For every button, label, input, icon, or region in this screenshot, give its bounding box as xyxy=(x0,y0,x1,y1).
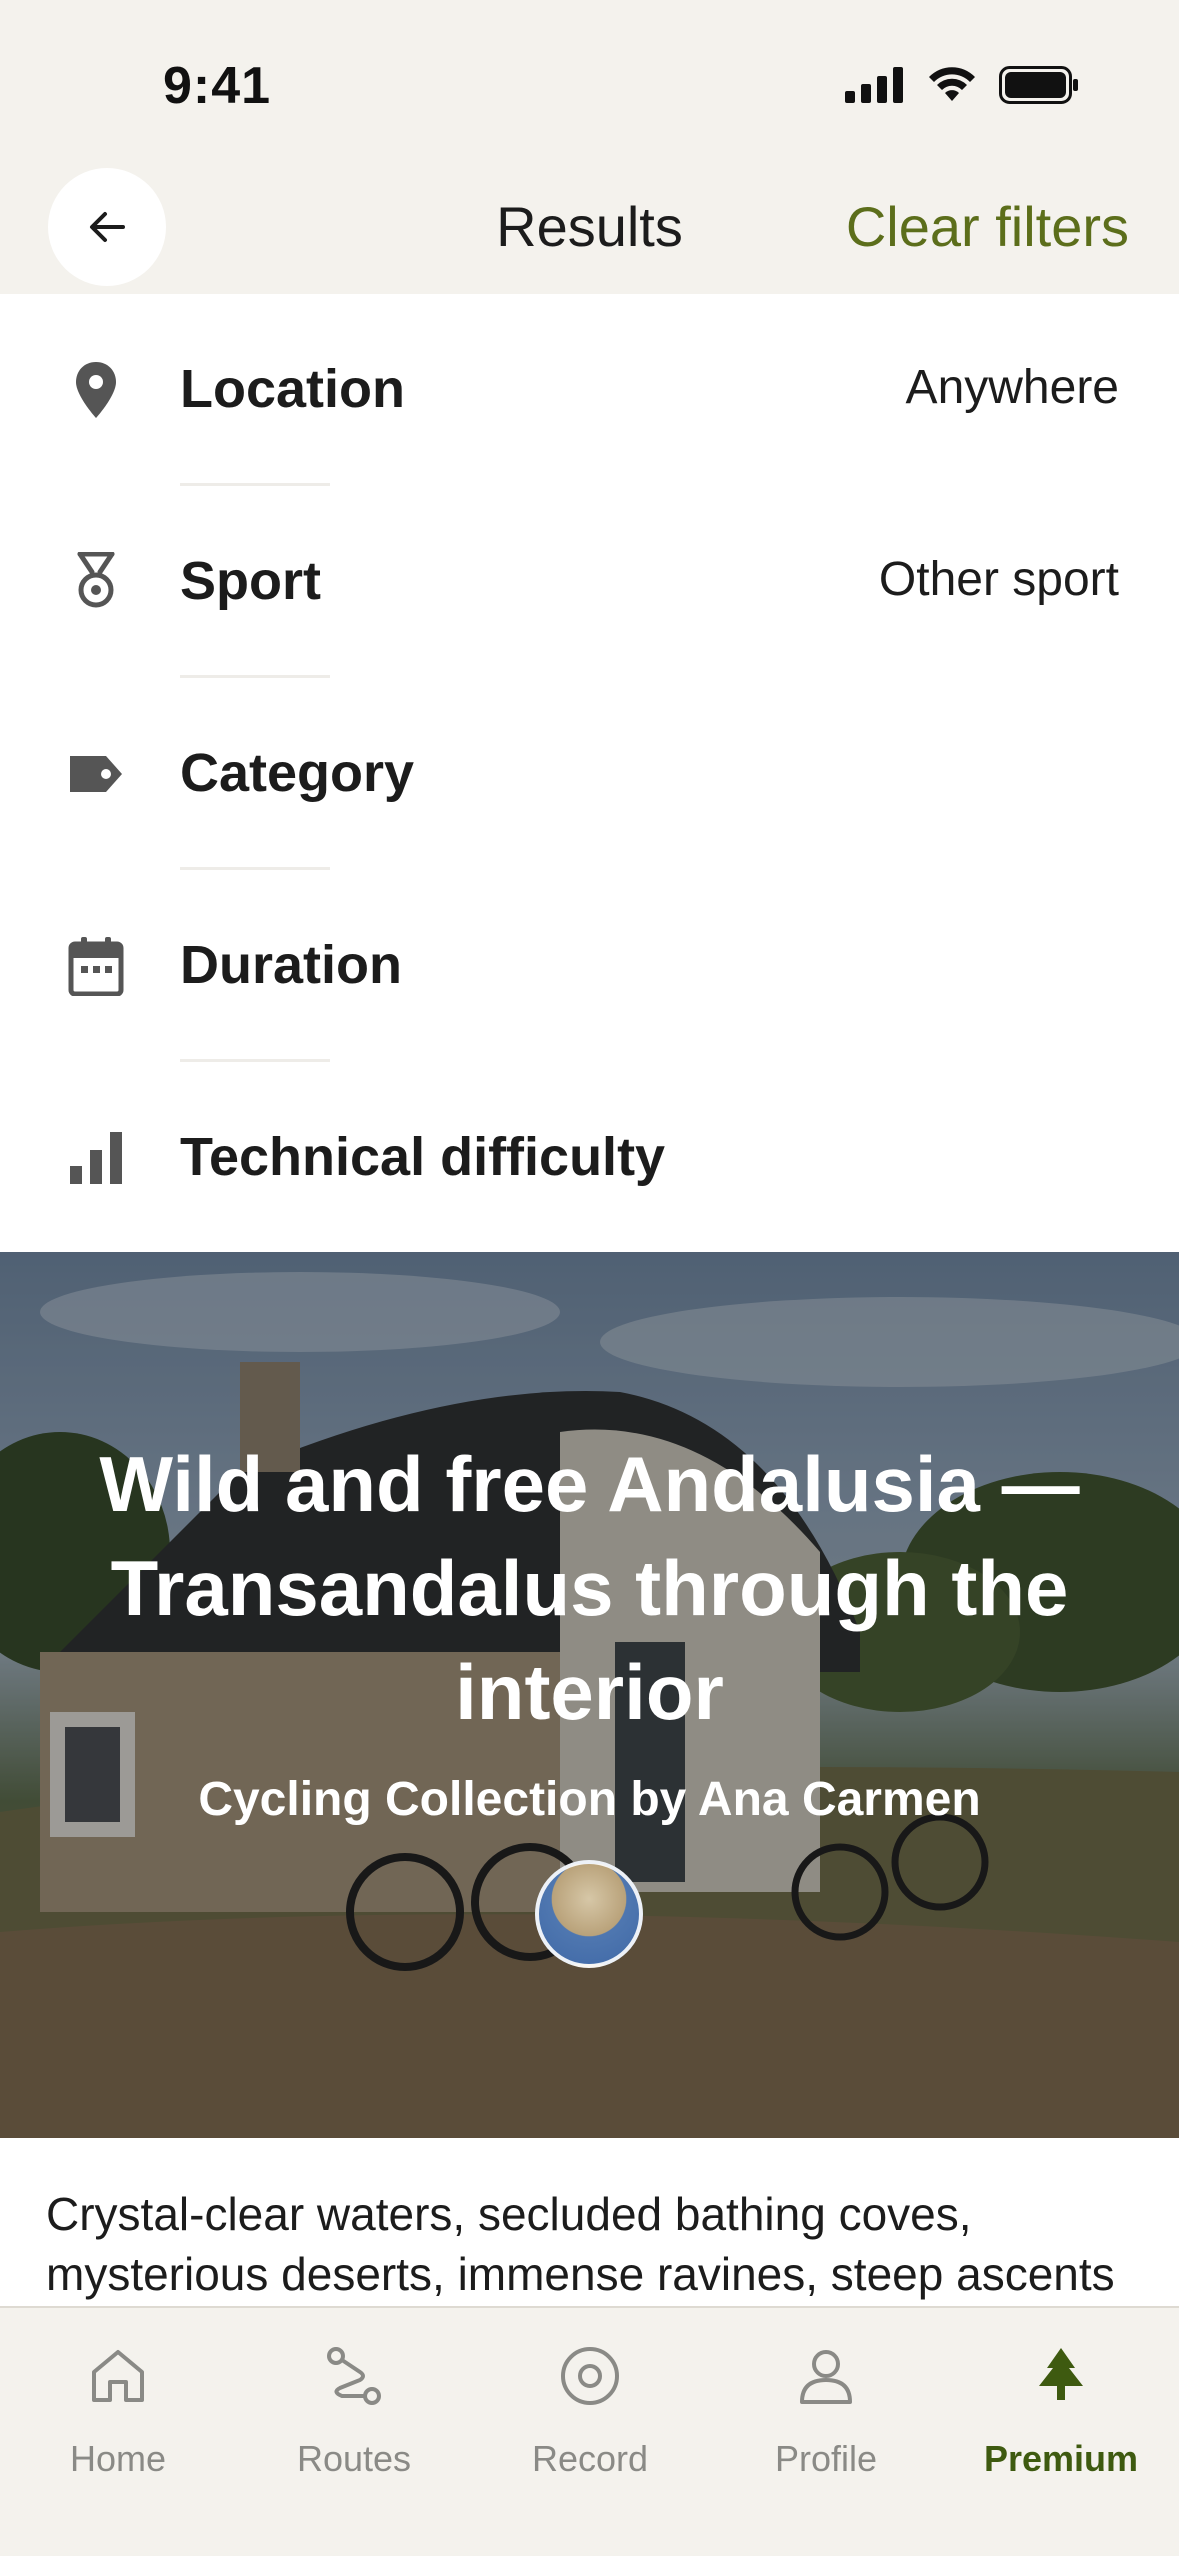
tab-bar: Home Routes Record Profile Premium xyxy=(0,2306,1179,2556)
location-pin-icon xyxy=(60,354,132,426)
filter-label: Category xyxy=(180,743,415,803)
filter-sport[interactable]: Sport Other sport xyxy=(0,486,1179,678)
tab-label: Premium xyxy=(983,2438,1139,2479)
tab-label: Home xyxy=(69,2438,167,2479)
description-text: Crystal-clear waters, secluded bathing c… xyxy=(46,2188,1115,2300)
home-icon xyxy=(0,2336,236,2416)
wifi-icon xyxy=(929,67,975,101)
record-icon xyxy=(472,2336,708,2416)
collection-title: Wild and free Andalusia — Transandalus t… xyxy=(99,1440,1080,1736)
filter-label: Location xyxy=(180,359,405,419)
filter-location[interactable]: Location Anywhere xyxy=(0,294,1179,486)
filter-list: Location Anywhere Sport Other sport Cate… xyxy=(0,294,1179,1252)
routes-icon xyxy=(236,2336,472,2416)
status-time: 9:41 xyxy=(163,57,272,115)
difficulty-bars-icon xyxy=(60,1122,132,1194)
calendar-icon xyxy=(60,930,132,1002)
filter-value: Other sport xyxy=(878,553,1119,606)
tab-premium[interactable]: Premium xyxy=(943,2322,1179,2502)
filter-duration[interactable]: Duration xyxy=(0,870,1179,1062)
filter-category[interactable]: Category xyxy=(0,678,1179,870)
medal-icon xyxy=(60,546,132,618)
status-icons xyxy=(845,66,1079,104)
tab-profile[interactable]: Profile xyxy=(708,2322,944,2502)
cellular-signal-icon xyxy=(845,67,903,103)
status-bar: 9:41 xyxy=(0,0,1179,160)
tab-home[interactable]: Home xyxy=(0,2322,236,2502)
profile-icon xyxy=(708,2336,944,2416)
tab-label: Record xyxy=(531,2438,649,2479)
clear-filters-button[interactable]: Clear filters xyxy=(846,194,1129,259)
tag-icon xyxy=(60,738,132,810)
tab-routes[interactable]: Routes xyxy=(236,2322,472,2502)
filter-label: Sport xyxy=(180,551,321,611)
collection-description: Crystal-clear waters, secluded bathing c… xyxy=(0,2138,1179,2306)
battery-icon xyxy=(999,66,1078,104)
filter-label: Duration xyxy=(180,935,402,995)
tree-icon xyxy=(943,2336,1179,2416)
header: Results Clear filters xyxy=(0,160,1179,294)
filter-value: Anywhere xyxy=(905,361,1119,414)
collection-subtitle: Cycling Collection by Ana Carmen xyxy=(198,1773,981,1826)
filter-label: Technical difficulty xyxy=(180,1127,666,1187)
collection-hero[interactable]: Wild and free Andalusia — Transandalus t… xyxy=(0,1252,1179,2138)
filter-technical-difficulty[interactable]: Technical difficulty xyxy=(0,1062,1179,1254)
tab-label: Routes xyxy=(296,2438,412,2479)
tab-label: Profile xyxy=(774,2438,878,2479)
author-avatar[interactable] xyxy=(535,1860,643,1968)
tab-record[interactable]: Record xyxy=(472,2322,708,2502)
